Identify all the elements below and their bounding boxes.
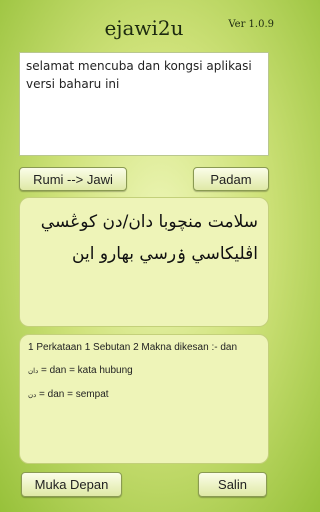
clear-button[interactable]: Padam bbox=[193, 167, 269, 191]
meaning-text: = dan = kata hubung bbox=[40, 365, 133, 376]
meaning-jawi-word: دان bbox=[28, 368, 39, 375]
meaning-item: دن = dan = sempat bbox=[28, 388, 260, 402]
meaning-text: = dan = sempat bbox=[39, 389, 109, 400]
rumi-text-input[interactable]: selamat mencuba dan kongsi aplikasi vers… bbox=[19, 52, 269, 156]
home-button[interactable]: Muka Depan bbox=[21, 472, 122, 497]
version-label: Ver 1.0.9 bbox=[228, 19, 274, 30]
jawi-output-line-2: اڤليكاسي ۏرسي بهارو اين bbox=[72, 244, 258, 264]
meaning-item: دان = dan = kata hubung bbox=[28, 364, 260, 378]
convert-rumi-to-jawi-button[interactable]: Rumi --> Jawi bbox=[19, 167, 127, 191]
meaning-jawi-word: دن bbox=[28, 392, 37, 399]
copy-button[interactable]: Salin bbox=[198, 472, 267, 497]
jawi-output-panel: سلامت منچوبا دان/دن كوڠسي اڤليكاسي ۏرسي … bbox=[19, 197, 269, 327]
meaning-header: 1 Perkataan 1 Sebutan 2 Makna dikesan :-… bbox=[28, 342, 238, 353]
jawi-output-line-1: سلامت منچوبا دان/دن كوڠسي bbox=[40, 212, 258, 232]
meaning-panel: 1 Perkataan 1 Sebutan 2 Makna dikesan :-… bbox=[19, 334, 269, 464]
